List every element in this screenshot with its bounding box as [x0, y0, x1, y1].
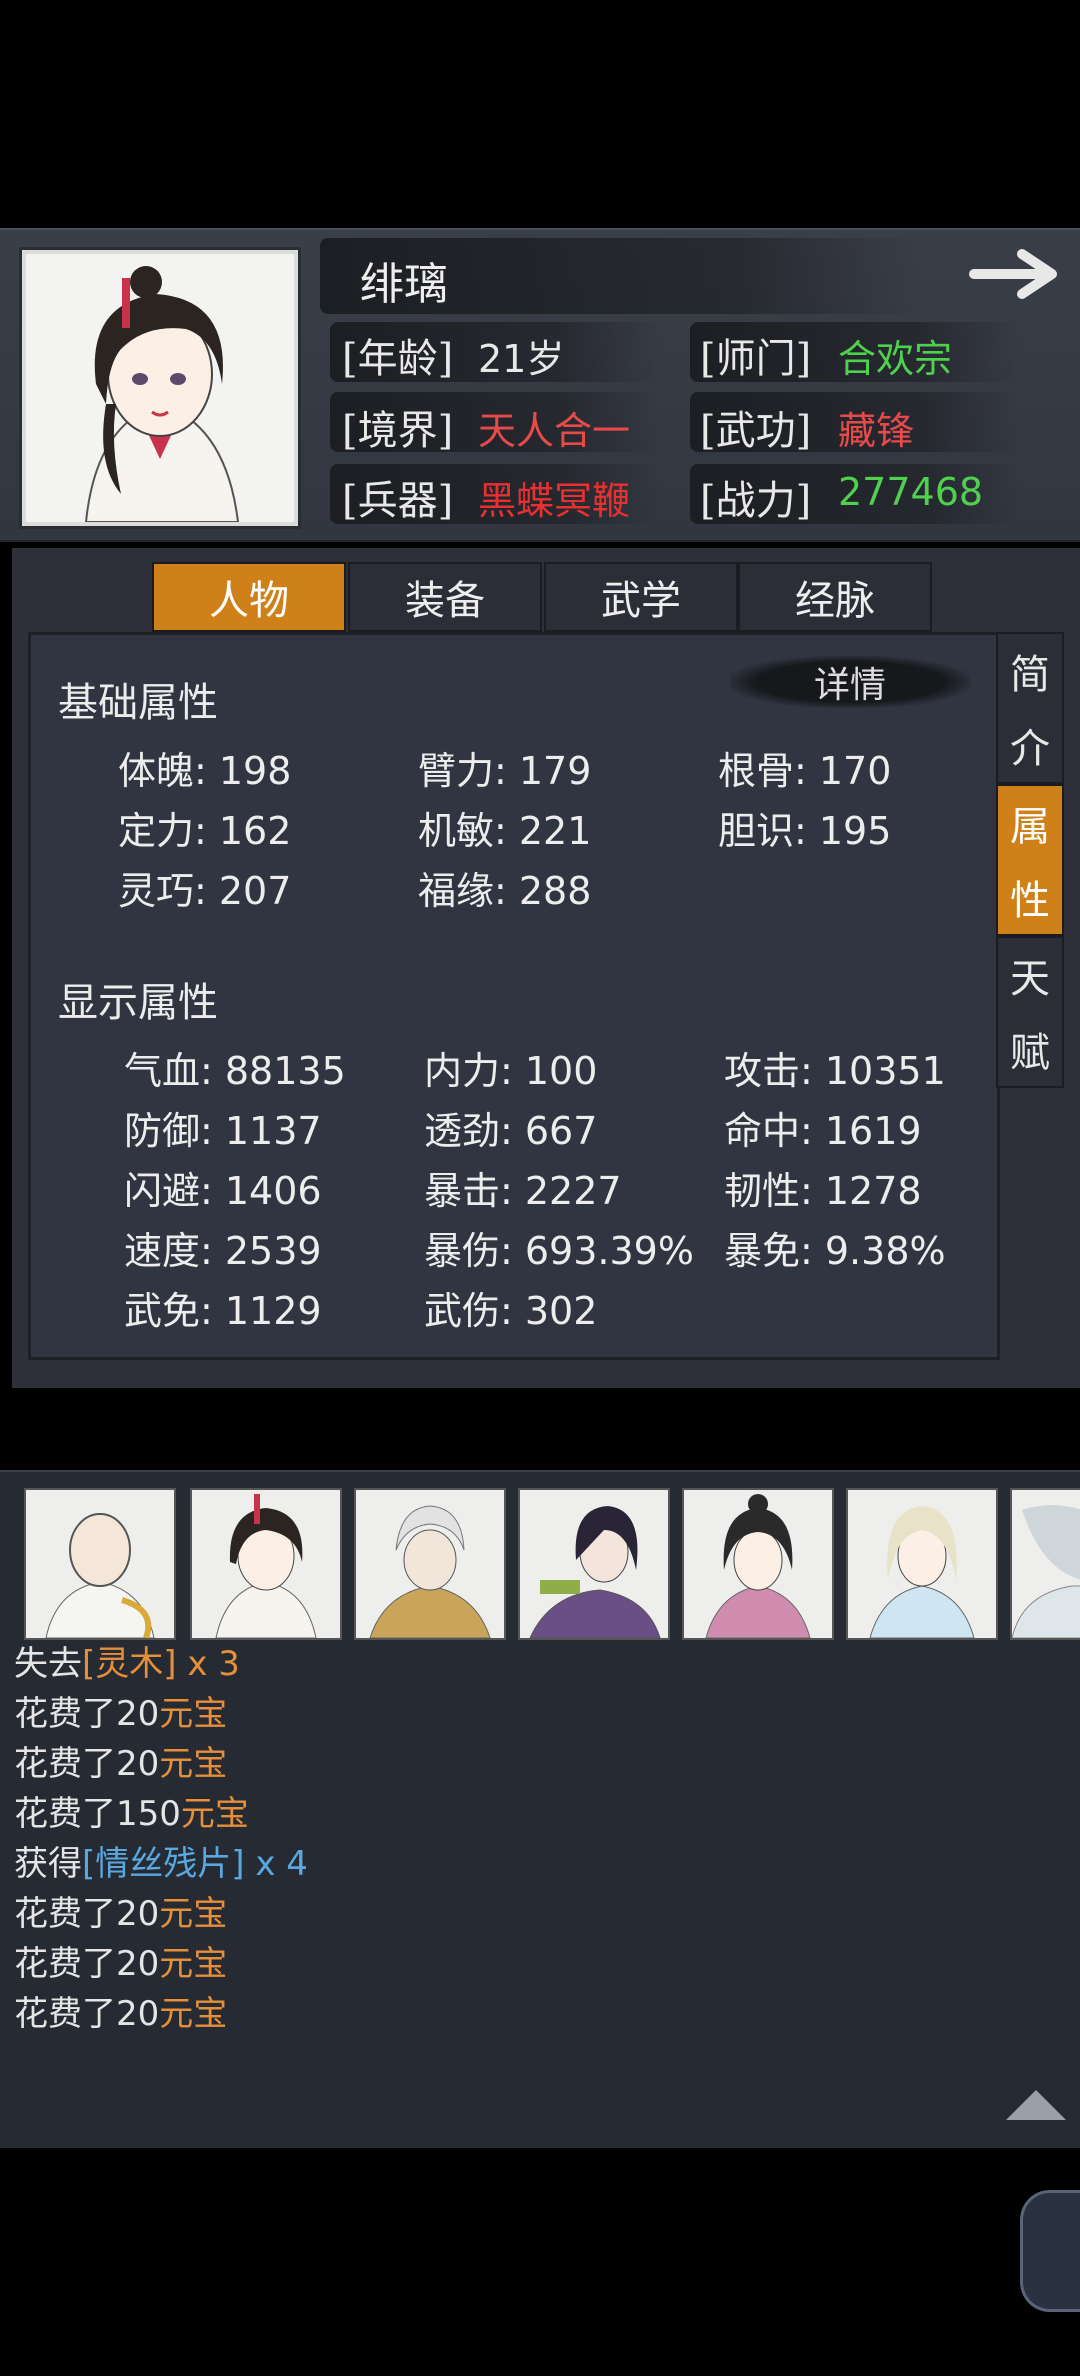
log-text: 花费了20 — [14, 1944, 160, 1984]
side-char: 性 — [1010, 878, 1050, 924]
log-item: 元宝 — [159, 1744, 228, 1784]
attr-item: 命中: 1619 — [724, 1109, 922, 1153]
log-item: 元宝 — [159, 1694, 228, 1734]
attr-item: 暴免: 9.38% — [724, 1229, 946, 1273]
weapon-value: 黑蝶冥鞭 — [478, 479, 631, 523]
lady-portrait[interactable] — [190, 1488, 342, 1640]
attr-item: 暴击: 2227 — [424, 1169, 622, 1213]
attr-item: 武免: 1129 — [124, 1289, 322, 1333]
attr-item: 内力: 100 — [424, 1049, 598, 1093]
attr-item: 福缘: 288 — [418, 869, 592, 913]
hooded-portrait[interactable] — [354, 1488, 506, 1640]
log-text: 花费了20 — [14, 1894, 160, 1934]
attr-item: 闪避: 1406 — [124, 1169, 322, 1213]
tab-character[interactable]: 人物 — [152, 562, 346, 632]
tab-meridians[interactable]: 经脉 — [738, 562, 932, 632]
realm-label: [境界] — [342, 408, 454, 454]
log-text: 花费了20 — [14, 1744, 160, 1784]
character-portrait — [22, 250, 298, 526]
white-hair-portrait[interactable] — [846, 1488, 998, 1640]
log-line: 花费了150元宝 — [14, 1786, 249, 1835]
realm-value: 天人合一 — [478, 409, 631, 453]
attr-item: 胆识: 195 — [718, 809, 892, 853]
noble-lady-portrait[interactable] — [682, 1488, 834, 1640]
attr-item: 防御: 1137 — [124, 1109, 322, 1153]
weapon-label: [兵器] — [342, 478, 454, 524]
side-char: 介 — [1010, 726, 1050, 772]
log-item: [情丝残片] — [82, 1844, 245, 1884]
attr-item: 暴伤: 693.39% — [424, 1229, 694, 1273]
sect-label: [师门] — [700, 336, 812, 382]
side-char: 属 — [1010, 804, 1050, 850]
log-text: 花费了150 — [14, 1794, 181, 1834]
attr-item: 透劲: 667 — [424, 1109, 598, 1153]
log-text: 失去 — [14, 1644, 82, 1684]
log-text: 获得 — [14, 1844, 82, 1884]
age-label: [年龄] — [342, 336, 454, 382]
attr-item: 灵巧: 207 — [118, 869, 292, 913]
attr-item: 速度: 2539 — [124, 1229, 322, 1273]
side-char: 简 — [1010, 652, 1050, 698]
log-line: 花费了20元宝 — [14, 1686, 227, 1735]
log-line: 花费了20元宝 — [14, 1886, 227, 1935]
log-text: 花费了20 — [14, 1694, 160, 1734]
scroll-up-icon[interactable] — [1006, 2090, 1066, 2120]
attr-item: 气血: 88135 — [124, 1049, 346, 1093]
attr-item: 武伤: 302 — [424, 1289, 598, 1333]
log-text: 花费了20 — [14, 1994, 160, 2034]
log-line: 获得[情丝残片] x 4 — [14, 1836, 308, 1885]
side-tab-attributes[interactable]: 属 性 — [996, 784, 1064, 936]
side-tab-talent[interactable]: 天 赋 — [996, 936, 1064, 1088]
log-item: 元宝 — [159, 1944, 228, 1984]
attr-item: 臂力: 179 — [418, 749, 592, 793]
side-tab-intro[interactable]: 简 介 — [996, 632, 1064, 784]
basic-attributes-title: 基础属性 — [58, 680, 218, 726]
log-line: 花费了20元宝 — [14, 1736, 227, 1785]
log-item: 元宝 — [180, 1794, 249, 1834]
power-value: 277468 — [838, 470, 984, 514]
skill-label: [武功] — [700, 408, 812, 454]
purple-warrior-portrait[interactable] — [518, 1488, 670, 1640]
log-item: 元宝 — [159, 1994, 228, 2034]
log-line: 花费了20元宝 — [14, 1986, 227, 2035]
attr-item: 攻击: 10351 — [724, 1049, 946, 1093]
display-attributes-title: 显示属性 — [58, 980, 218, 1026]
character-name: 绯璃 — [360, 259, 448, 310]
attr-item: 根骨: 170 — [718, 749, 892, 793]
skill-value: 藏锋 — [838, 409, 915, 453]
floating-menu-icon[interactable] — [1020, 2190, 1080, 2312]
age-value: 21岁 — [478, 337, 565, 381]
log-line: 花费了20元宝 — [14, 1936, 227, 1985]
sect-value: 合欢宗 — [838, 337, 953, 381]
log-suffix: x 4 — [244, 1844, 308, 1884]
side-char: 天 — [1010, 956, 1050, 1002]
log-item: 元宝 — [159, 1894, 228, 1934]
attr-item: 韧性: 1278 — [724, 1169, 922, 1213]
arrow-right-icon[interactable] — [968, 246, 1064, 302]
detail-button[interactable]: 详情 — [730, 656, 970, 708]
monk-portrait[interactable] — [24, 1488, 176, 1640]
attr-item: 体魄: 198 — [118, 749, 292, 793]
partial-portrait[interactable] — [1010, 1488, 1080, 1640]
tab-martial-arts[interactable]: 武学 — [544, 562, 738, 632]
attr-item: 机敏: 221 — [418, 809, 592, 853]
attr-item: 定力: 162 — [118, 809, 292, 853]
log-item: [灵木] — [82, 1644, 177, 1684]
side-char: 赋 — [1010, 1030, 1050, 1076]
log-suffix: x 3 — [176, 1644, 240, 1684]
tab-equipment[interactable]: 装备 — [348, 562, 542, 632]
power-label: [战力] — [700, 478, 812, 524]
log-line: 失去[灵木] x 3 — [14, 1636, 240, 1685]
